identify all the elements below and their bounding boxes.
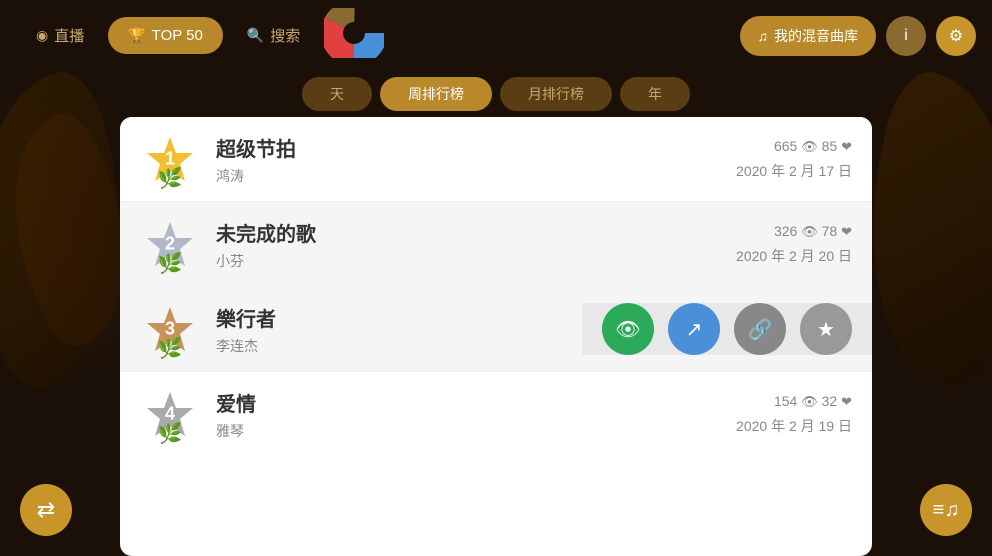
link-action-icon: 🔗 xyxy=(748,317,773,342)
share-action-icon: ↗ xyxy=(686,317,703,342)
share-button[interactable]: ↗ xyxy=(668,303,720,355)
track-views-2: 326 👁 78 ❤ xyxy=(736,220,852,243)
eye-action-icon: 👁 xyxy=(615,317,640,342)
track-artist-3: 李连杰 xyxy=(216,336,582,356)
table-row[interactable]: 3 🌿 樂行者 李连杰 👁 ↗ 🔗 xyxy=(120,287,872,372)
track-date-2: 2020 年 2 月 20 日 xyxy=(736,245,852,267)
likes-count-1: 85 xyxy=(822,138,838,154)
laurel-2: 🌿 xyxy=(158,251,183,276)
nav-spacer xyxy=(324,8,735,63)
laurel-1: 🌿 xyxy=(158,166,183,191)
laurel-4: 🌿 xyxy=(158,421,183,446)
tab-live[interactable]: ◉ 直播 xyxy=(16,15,104,56)
action-buttons-panel: 👁 ↗ 🔗 ★ xyxy=(582,303,872,355)
rank-number-4: 4 xyxy=(165,404,175,425)
gear-icon: ⚙ xyxy=(949,26,963,46)
likes-count-2: 78 xyxy=(822,223,838,239)
queue-icon: ≡♫ xyxy=(933,499,960,522)
track-title-3: 樂行者 xyxy=(216,303,582,332)
sub-tab-month[interactable]: 月排行榜 xyxy=(500,77,612,111)
views-count-1: 665 xyxy=(774,138,797,154)
mix-library-button[interactable]: ♫ 我的混音曲库 xyxy=(740,16,877,56)
link-button[interactable]: 🔗 xyxy=(734,303,786,355)
settings-button[interactable]: ⚙ xyxy=(936,16,976,56)
sub-tab-year[interactable]: 年 xyxy=(620,77,690,111)
music-icon: ♫ xyxy=(758,28,769,44)
track-title-1: 超级节拍 xyxy=(216,133,736,162)
views-count-4: 154 xyxy=(774,393,797,409)
eye-icon-2: 👁 xyxy=(801,224,818,239)
track-stats-4: 154 👁 32 ❤ 2020 年 2 月 19 日 xyxy=(736,390,852,437)
mix-library-label: 我的混音曲库 xyxy=(774,26,858,46)
nav-bar: ◉ 直播 🏆 TOP 50 🔍 搜索 ♫ 我的混音曲库 i ⚙ xyxy=(0,0,992,71)
rank-number-1: 1 xyxy=(165,149,175,170)
live-icon: ◉ xyxy=(36,27,48,44)
views-count-2: 326 xyxy=(774,223,797,239)
track-artist-1: 鸿涛 xyxy=(216,166,736,186)
shuffle-icon: ⇄ xyxy=(37,497,55,523)
rank-badge-4: 4 🌿 xyxy=(140,384,200,444)
search-tab-label: 搜索 xyxy=(270,25,300,46)
trophy-icon: 🏆 xyxy=(128,27,145,44)
sub-tab-week[interactable]: 周排行榜 xyxy=(380,77,492,111)
track-stats-2: 326 👁 78 ❤ 2020 年 2 月 20 日 xyxy=(736,220,852,267)
sub-tab-day-label: 天 xyxy=(330,86,344,102)
track-artist-2: 小芬 xyxy=(216,251,736,271)
sub-tab-month-label: 月排行榜 xyxy=(528,86,584,102)
table-row[interactable]: 4 🌿 爱情 雅琴 154 👁 32 ❤ 2020 年 2 月 19 日 xyxy=(120,372,872,456)
track-info-2: 未完成的歌 小芬 xyxy=(216,218,736,271)
sub-nav: 天 周排行榜 月排行榜 年 xyxy=(0,71,992,117)
app-container: ◉ 直播 🏆 TOP 50 🔍 搜索 ♫ 我的混音曲库 i ⚙ xyxy=(0,0,992,556)
track-stats-1: 665 👁 85 ❤ 2020 年 2 月 17 日 xyxy=(736,135,852,182)
view-button[interactable]: 👁 xyxy=(602,303,654,355)
tab-search[interactable]: 🔍 搜索 xyxy=(227,15,320,56)
sub-tab-day[interactable]: 天 xyxy=(302,77,372,111)
rank-badge-2: 2 🌿 xyxy=(140,214,200,274)
pie-chart xyxy=(324,8,384,58)
track-info-4: 爱情 雅琴 xyxy=(216,388,736,441)
track-views-4: 154 👁 32 ❤ xyxy=(736,390,852,413)
queue-button[interactable]: ≡♫ xyxy=(920,484,972,536)
info-button[interactable]: i xyxy=(886,16,926,56)
content-area: 1 🌿 超级节拍 鸿涛 665 👁 85 ❤ 2020 年 2 月 17 日 xyxy=(120,117,872,556)
track-date-4: 2020 年 2 月 19 日 xyxy=(736,415,852,437)
eye-icon-1: 👁 xyxy=(801,139,818,154)
live-tab-label: 直播 xyxy=(54,25,84,46)
search-icon: 🔍 xyxy=(247,27,264,44)
track-artist-4: 雅琴 xyxy=(216,421,736,441)
laurel-3: 🌿 xyxy=(158,336,183,361)
heart-icon-4: ❤ xyxy=(841,394,852,409)
shuffle-button[interactable]: ⇄ xyxy=(20,484,72,536)
track-views-1: 665 👁 85 ❤ xyxy=(736,135,852,158)
star-action-icon: ★ xyxy=(817,317,835,342)
rank-badge-1: 1 🌿 xyxy=(140,129,200,189)
heart-icon-2: ❤ xyxy=(841,224,852,239)
track-info-3: 樂行者 李连杰 xyxy=(216,303,582,356)
sub-tab-year-label: 年 xyxy=(648,86,662,102)
rank-badge-3: 3 🌿 xyxy=(140,299,200,359)
table-row[interactable]: 1 🌿 超级节拍 鸿涛 665 👁 85 ❤ 2020 年 2 月 17 日 xyxy=(120,117,872,202)
rank-number-3: 3 xyxy=(165,319,175,340)
heart-icon-1: ❤ xyxy=(841,139,852,154)
track-info-1: 超级节拍 鸿涛 xyxy=(216,133,736,186)
table-row[interactable]: 2 🌿 未完成的歌 小芬 326 👁 78 ❤ 2020 年 2 月 20 日 xyxy=(120,202,872,287)
track-title-2: 未完成的歌 xyxy=(216,218,736,247)
track-list: 1 🌿 超级节拍 鸿涛 665 👁 85 ❤ 2020 年 2 月 17 日 xyxy=(120,117,872,556)
eye-icon-4: 👁 xyxy=(801,394,818,409)
track-date-1: 2020 年 2 月 17 日 xyxy=(736,160,852,182)
likes-count-4: 32 xyxy=(822,393,838,409)
sub-tab-week-label: 周排行榜 xyxy=(408,86,464,102)
rank-number-2: 2 xyxy=(165,234,175,255)
top50-tab-label: TOP 50 xyxy=(152,27,203,44)
track-title-4: 爱情 xyxy=(216,388,736,417)
info-icon: i xyxy=(904,27,908,45)
favorite-button[interactable]: ★ xyxy=(800,303,852,355)
tab-top50[interactable]: 🏆 TOP 50 xyxy=(108,17,223,54)
